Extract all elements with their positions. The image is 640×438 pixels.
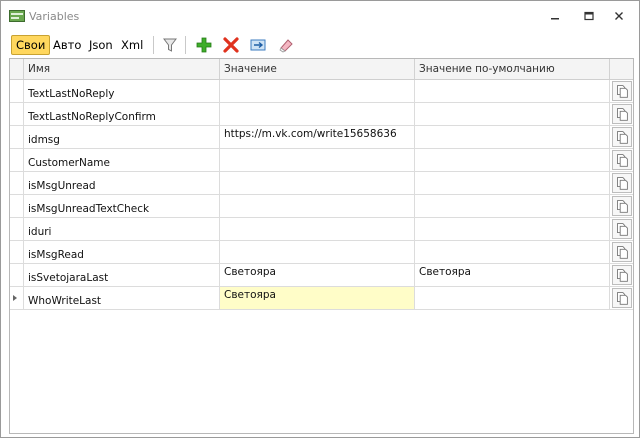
toolbar-separator: [185, 36, 186, 54]
close-icon[interactable]: [607, 7, 631, 25]
cell-value[interactable]: [219, 172, 414, 194]
cell-value[interactable]: [219, 103, 414, 125]
cell-default[interactable]: [414, 195, 609, 217]
cell-default[interactable]: [414, 80, 609, 102]
table-row[interactable]: iduri: [10, 218, 633, 241]
window-title: Variables: [29, 10, 80, 23]
cell-default[interactable]: Светояра: [414, 264, 609, 286]
variables-window: Variables Свои Авто Json Xml Имя Значени…: [0, 0, 640, 438]
cell-name[interactable]: TextLastNoReplyConfirm: [23, 103, 219, 125]
cell-actions: [609, 149, 633, 171]
add-icon[interactable]: [195, 36, 213, 54]
tab-json[interactable]: Json: [86, 35, 116, 55]
variables-grid: Имя Значение Значение по-умолчанию TextL…: [9, 58, 634, 434]
cell-default[interactable]: [414, 149, 609, 171]
cell-value[interactable]: [219, 241, 414, 263]
current-row-indicator: [13, 295, 17, 301]
cell-default[interactable]: [414, 241, 609, 263]
cell-default[interactable]: [414, 287, 609, 309]
minimize-icon[interactable]: [543, 7, 567, 25]
move-icon[interactable]: [249, 36, 267, 54]
copy-icon[interactable]: [612, 150, 632, 170]
table-row[interactable]: isMsgRead: [10, 241, 633, 264]
cell-name[interactable]: WhoWriteLast: [23, 287, 219, 309]
tab-own[interactable]: Свои: [11, 35, 51, 55]
cell-actions: [609, 241, 633, 263]
cell-actions: [609, 172, 633, 194]
clear-icon[interactable]: [277, 36, 295, 54]
copy-icon[interactable]: [612, 196, 632, 216]
copy-icon[interactable]: [612, 242, 632, 262]
copy-icon[interactable]: [612, 173, 632, 193]
table-row[interactable]: TextLastNoReply: [10, 80, 633, 103]
cell-name[interactable]: CustomerName: [23, 149, 219, 171]
table-row[interactable]: CustomerName: [10, 149, 633, 172]
cell-value[interactable]: Светояра: [219, 287, 414, 309]
cell-value[interactable]: [219, 218, 414, 240]
tab-auto[interactable]: Авто: [50, 35, 84, 55]
filter-icon[interactable]: [161, 36, 179, 54]
table-row[interactable]: idmsg https://m.vk.com/write15658636: [10, 126, 633, 149]
tab-xml[interactable]: Xml: [118, 35, 146, 55]
cell-name[interactable]: TextLastNoReply: [23, 80, 219, 102]
cell-actions: [609, 287, 633, 309]
cell-value[interactable]: [219, 195, 414, 217]
column-header-value[interactable]: Значение: [219, 59, 414, 79]
copy-icon[interactable]: [612, 81, 632, 101]
delete-icon[interactable]: [222, 36, 240, 54]
copy-icon[interactable]: [612, 265, 632, 285]
cell-value[interactable]: https://m.vk.com/write15658636: [219, 126, 414, 148]
copy-icon[interactable]: [612, 219, 632, 239]
table-row[interactable]: isSvetojaraLast Светояра Светояра: [10, 264, 633, 287]
variables-app-icon: [9, 10, 25, 22]
cell-name[interactable]: isMsgUnread: [23, 172, 219, 194]
table-row[interactable]: isMsgUnreadTextCheck: [10, 195, 633, 218]
cell-value[interactable]: [219, 80, 414, 102]
grid-header: Имя Значение Значение по-умолчанию: [10, 59, 633, 80]
copy-icon[interactable]: [612, 104, 632, 124]
cell-name[interactable]: iduri: [23, 218, 219, 240]
toolbar-separator: [153, 36, 154, 54]
maximize-icon[interactable]: [577, 7, 601, 25]
cell-name[interactable]: idmsg: [23, 126, 219, 148]
cell-value[interactable]: Светояра: [219, 264, 414, 286]
cell-actions: [609, 103, 633, 125]
table-row[interactable]: WhoWriteLast Светояра: [10, 287, 633, 310]
cell-actions: [609, 126, 633, 148]
column-header-name[interactable]: Имя: [23, 59, 219, 79]
cell-name[interactable]: isMsgRead: [23, 241, 219, 263]
table-row[interactable]: TextLastNoReplyConfirm: [10, 103, 633, 126]
cell-actions: [609, 218, 633, 240]
copy-icon[interactable]: [612, 288, 632, 308]
cell-default[interactable]: [414, 218, 609, 240]
cell-name[interactable]: isSvetojaraLast: [23, 264, 219, 286]
cell-default[interactable]: [414, 172, 609, 194]
column-header-default[interactable]: Значение по-умолчанию: [414, 59, 609, 79]
cell-actions: [609, 80, 633, 102]
cell-name[interactable]: isMsgUnreadTextCheck: [23, 195, 219, 217]
table-row[interactable]: isMsgUnread: [10, 172, 633, 195]
title-bar: Variables: [1, 1, 639, 31]
cell-actions: [609, 195, 633, 217]
cell-default[interactable]: [414, 103, 609, 125]
cell-actions: [609, 264, 633, 286]
cell-value[interactable]: [219, 149, 414, 171]
cell-default[interactable]: [414, 126, 609, 148]
toolbar: Свои Авто Json Xml: [9, 33, 633, 57]
copy-icon[interactable]: [612, 127, 632, 147]
column-header-actions: [609, 59, 633, 79]
